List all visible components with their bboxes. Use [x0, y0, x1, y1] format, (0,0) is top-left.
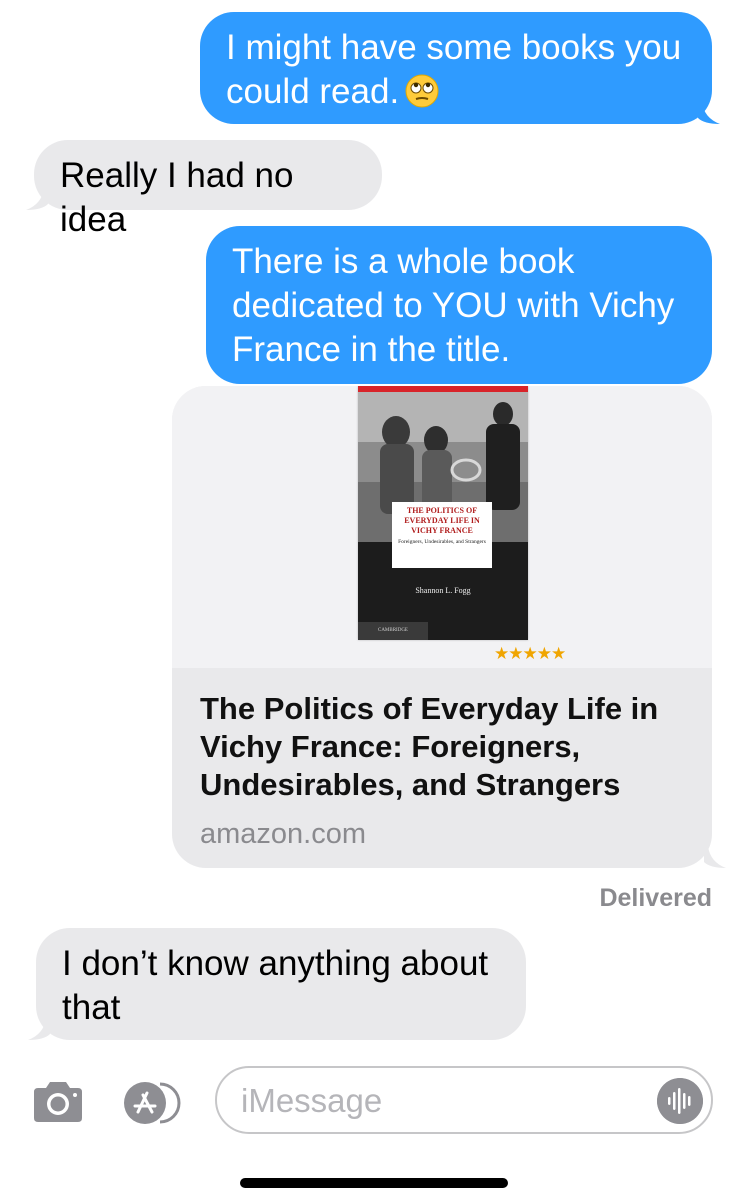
message-bubble-incoming[interactable]: I don’t know anything about that [28, 928, 526, 1040]
cover-publisher: CAMBRIDGE [358, 622, 428, 640]
link-preview-card[interactable]: THE POLITICS OF EVERYDAY LIFE IN VICHY F… [172, 386, 712, 868]
cover-subtitle: Foreigners, Undesirables, and Strangers [398, 539, 486, 545]
eye-roll-emoji-icon [405, 74, 439, 108]
delivered-status: Delivered [599, 884, 712, 912]
link-preview-meta: The Politics of Everyday Life in Vichy F… [172, 668, 712, 868]
link-title: The Politics of Everyday Life in Vichy F… [200, 691, 659, 802]
audio-waveform-icon[interactable] [657, 1078, 703, 1124]
message-bubble-incoming[interactable]: Really I had no idea [26, 140, 382, 239]
imessage-input-container[interactable] [215, 1066, 713, 1134]
camera-icon[interactable] [30, 1080, 86, 1124]
cover-title: THE POLITICS OF EVERYDAY LIFE IN VICHY F… [404, 506, 480, 535]
message-thread: I might have some books you could read. … [0, 0, 748, 1060]
book-cover: THE POLITICS OF EVERYDAY LIFE IN VICHY F… [358, 386, 528, 640]
bubble-tail-icon [26, 188, 48, 210]
bubble-tail-icon [704, 846, 726, 868]
app-store-icon[interactable] [120, 1080, 186, 1126]
message-text: I might have some books you could read. [226, 28, 682, 111]
rating-stars: ★★★★★ [494, 644, 566, 664]
link-domain: amazon.com [200, 818, 367, 850]
message-bubble-outgoing[interactable]: There is a whole book dedicated to YOU w… [206, 226, 712, 384]
home-indicator[interactable] [240, 1178, 508, 1188]
link-preview-image: THE POLITICS OF EVERYDAY LIFE IN VICHY F… [172, 386, 712, 668]
message-text: I don’t know anything about that [62, 944, 489, 1027]
compose-bar [0, 1060, 748, 1150]
cover-author: Shannon L. Fogg [415, 586, 471, 595]
message-bubble-outgoing[interactable]: I might have some books you could read. [200, 12, 720, 124]
bubble-tail-icon [698, 102, 720, 124]
imessage-input[interactable] [241, 1078, 641, 1124]
bubble-tail-icon [28, 1018, 50, 1040]
cover-title-box: THE POLITICS OF EVERYDAY LIFE IN VICHY F… [392, 502, 492, 568]
message-text: There is a whole book dedicated to YOU w… [232, 242, 675, 369]
